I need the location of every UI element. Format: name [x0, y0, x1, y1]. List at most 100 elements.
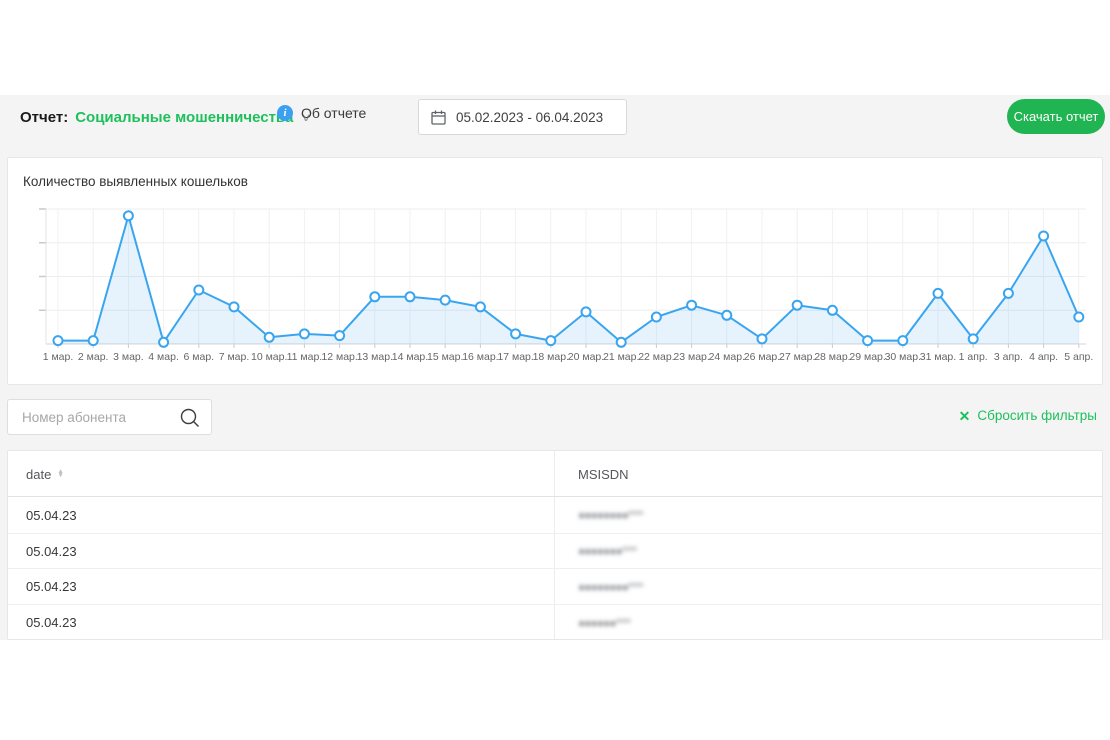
data-point[interactable]	[582, 307, 591, 316]
about-report-label[interactable]: Об отчете	[301, 105, 366, 121]
data-point[interactable]	[1074, 313, 1083, 322]
table-row[interactable]: 05.04.23 ●●●●●●●●****	[8, 569, 1102, 605]
column-header-date[interactable]: date ▲▼	[26, 451, 64, 497]
x-axis-label: 13 мар.	[357, 351, 393, 363]
data-point[interactable]	[1004, 289, 1013, 298]
x-axis-label: 29 мар.	[849, 351, 885, 363]
data-point[interactable]	[54, 336, 63, 345]
x-axis-label: 28 мар.	[814, 351, 850, 363]
data-point[interactable]	[828, 306, 837, 315]
x-axis-label: 26 мар.	[744, 351, 780, 363]
data-point[interactable]	[934, 289, 943, 298]
x-axis-label: 5 апр.	[1064, 351, 1093, 363]
search-box	[7, 399, 212, 435]
data-point[interactable]	[1039, 232, 1048, 241]
table-row[interactable]: 05.04.23 ●●●●●●****	[8, 605, 1102, 640]
cell-date: 05.04.23	[26, 534, 77, 569]
x-axis-label: 4 апр.	[1029, 351, 1058, 363]
column-header-date-label: date	[26, 467, 51, 482]
x-axis-label: 1 мар.	[43, 351, 74, 363]
x-axis-label: 4 мар.	[148, 351, 179, 363]
cell-msisdn-masked: ●●●●●●****	[578, 605, 630, 640]
x-axis-label: 12 мар.	[321, 351, 357, 363]
cell-msisdn-masked: ●●●●●●●●****	[578, 569, 643, 604]
data-point[interactable]	[230, 302, 239, 311]
date-range-value: 05.02.2023 - 06.04.2023	[456, 110, 603, 125]
report-select[interactable]: Отчет: Социальные мошенничества ∨	[20, 104, 310, 130]
wallets-line-chart: 1 мар.2 мар.3 мар.4 мар.6 мар.7 мар.10 м…	[8, 196, 1104, 382]
column-header-msisdn-label: MSISDN	[578, 467, 629, 482]
table-row[interactable]: 05.04.23 ●●●●●●●****	[8, 534, 1102, 570]
column-header-msisdn: MSISDN	[578, 451, 629, 497]
cell-date: 05.04.23	[26, 605, 77, 640]
data-point[interactable]	[863, 336, 872, 345]
data-point[interactable]	[758, 334, 767, 343]
x-axis-label: 10 мар.	[251, 351, 287, 363]
data-point[interactable]	[194, 286, 203, 295]
x-axis-label: 20 мар.	[568, 351, 604, 363]
data-point[interactable]	[687, 301, 696, 310]
calendar-icon	[431, 110, 446, 125]
cell-msisdn-masked: ●●●●●●●●****	[578, 498, 643, 533]
date-range-picker[interactable]: 05.02.2023 - 06.04.2023	[418, 99, 627, 135]
x-axis-label: 24 мар.	[709, 351, 745, 363]
x-axis-label: 7 мар.	[219, 351, 250, 363]
sort-icon[interactable]: ▲▼	[57, 470, 63, 478]
page: Отчет: Социальные мошенничества ∨ i Об о…	[0, 0, 1110, 740]
filter-row: ✕ Сбросить фильтры	[0, 399, 1110, 436]
data-point[interactable]	[441, 296, 450, 305]
data-point[interactable]	[159, 338, 168, 347]
data-point[interactable]	[969, 334, 978, 343]
info-icon[interactable]: i	[277, 105, 293, 121]
reset-filters-link[interactable]: ✕ Сбросить фильтры	[959, 408, 1097, 423]
data-point[interactable]	[89, 336, 98, 345]
data-point[interactable]	[511, 329, 520, 338]
data-point[interactable]	[406, 292, 415, 301]
x-axis-label: 22 мар.	[638, 351, 674, 363]
x-axis-label: 14 мар.	[392, 351, 428, 363]
x-axis-label: 3 апр.	[994, 351, 1023, 363]
cell-date: 05.04.23	[26, 498, 77, 533]
x-axis-label: 30 мар.	[885, 351, 921, 363]
data-point[interactable]	[652, 313, 661, 322]
reset-filters-label: Сбросить фильтры	[977, 408, 1097, 423]
search-icon[interactable]	[179, 407, 201, 429]
data-point[interactable]	[617, 338, 626, 347]
data-point[interactable]	[898, 336, 907, 345]
chart-title: Количество выявленных кошельков	[23, 174, 248, 189]
x-axis-label: 11 мар.	[287, 351, 323, 363]
data-point[interactable]	[722, 311, 731, 320]
close-icon: ✕	[959, 409, 971, 423]
data-point[interactable]	[546, 336, 555, 345]
x-axis-label: 16 мар.	[462, 351, 498, 363]
x-axis-label: 18 мар.	[533, 351, 569, 363]
table-header: date ▲▼ MSISDN	[8, 451, 1102, 497]
x-axis-label: 21 мар.	[603, 351, 639, 363]
table-body: 05.04.23●●●●●●●●****05.04.23●●●●●●●****0…	[8, 498, 1102, 640]
x-axis-label: 31 мар.	[920, 351, 956, 363]
data-point[interactable]	[124, 211, 133, 220]
results-table: date ▲▼ MSISDN 05.04.23●●●●●●●●****05.04…	[7, 450, 1103, 640]
cell-msisdn-masked: ●●●●●●●****	[578, 534, 636, 569]
data-point[interactable]	[265, 333, 274, 342]
data-point[interactable]	[370, 292, 379, 301]
data-point[interactable]	[793, 301, 802, 310]
x-axis-label: 23 мар.	[673, 351, 709, 363]
data-point[interactable]	[335, 331, 344, 340]
toolbar: Отчет: Социальные мошенничества ∨ i Об о…	[0, 95, 1110, 140]
download-report-button[interactable]: Скачать отчет	[1007, 99, 1105, 134]
report-label: Отчет:	[20, 109, 68, 126]
x-axis-label: 17 мар.	[497, 351, 533, 363]
x-axis-label: 15 мар.	[427, 351, 463, 363]
x-axis-label: 27 мар.	[779, 351, 815, 363]
chart-card: Количество выявленных кошельков 1 мар. 2 …	[7, 157, 1103, 385]
x-axis-label: 6 мар.	[184, 351, 215, 363]
x-axis-label: 1 апр.	[959, 351, 988, 363]
cell-date: 05.04.23	[26, 569, 77, 604]
table-row[interactable]: 05.04.23 ●●●●●●●●****	[8, 498, 1102, 534]
report-select-value[interactable]: Социальные мошенничества	[75, 109, 293, 126]
data-point[interactable]	[300, 329, 309, 338]
data-point[interactable]	[476, 302, 485, 311]
x-axis-label: 2 мар.	[78, 351, 109, 363]
about-report[interactable]: i Об отчете	[277, 105, 366, 121]
